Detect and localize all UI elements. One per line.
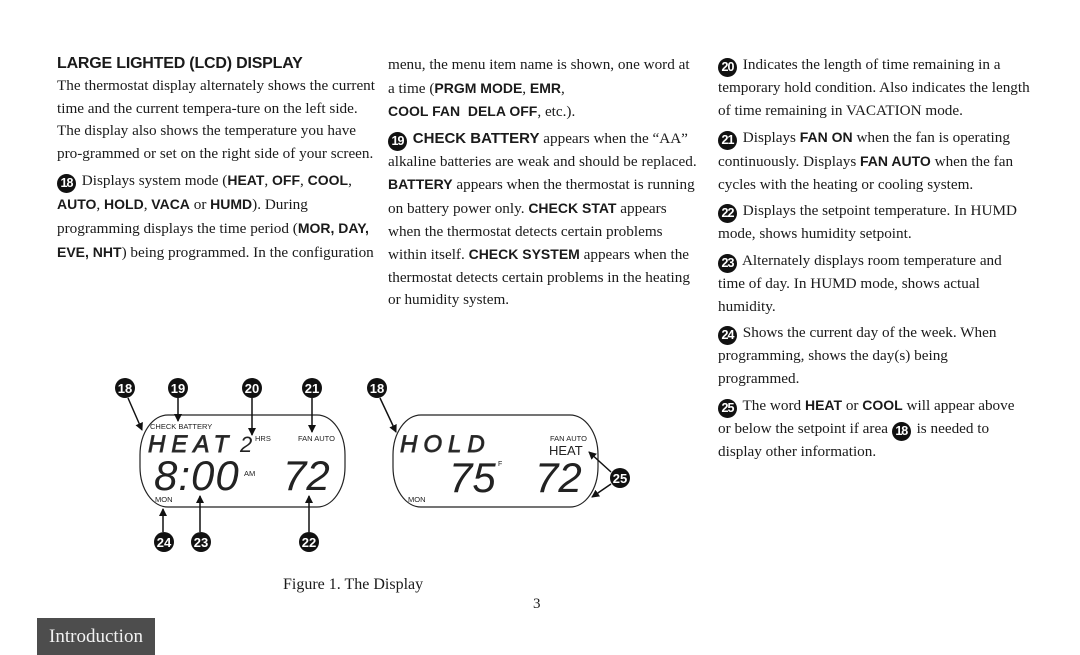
lcd-left-fan: FAN AUTO [298,434,335,443]
callout-18-ref-icon: 18 [891,422,911,442]
column-1: LARGE LIGHTED (LCD) DISPLAY The thermost… [57,54,377,268]
lcd-right-day: MON [408,495,426,504]
callout-left-21: 21 [302,378,322,398]
callout-left-20: 20 [242,378,262,398]
lcd-left-setpoint: 72 [283,452,330,499]
callout-25-icon: 25 [718,399,737,419]
item-22-paragraph: 22 Displays the setpoint temperature. In… [718,202,1017,243]
svg-text:21: 21 [305,381,319,396]
lcd-right-setpoint: 72 [535,454,582,501]
intro-paragraph: The thermostat display alternately shows… [57,77,375,162]
lcd-left-day: MON [155,495,173,504]
lcd-left-check-battery: CHECK BATTERY [150,422,212,431]
callout-20-icon: 20 [718,58,737,77]
lcd-left-time: 8:00 [154,452,240,499]
item-18-paragraph: 18 Displays system mode (HEAT, OFF, COOL… [57,172,374,261]
svg-text:18: 18 [118,381,132,396]
callout-left-24: 24 [154,532,174,552]
callout-22-icon: 22 [718,204,737,224]
lcd-right-unit: F [498,461,502,468]
section-tab: Introduction [37,618,155,655]
continued-paragraph: menu, the menu item name is shown, one w… [388,56,690,121]
callout-right-18: 18 [367,378,387,398]
svg-text:22: 22 [302,535,316,550]
svg-text:18: 18 [370,381,384,396]
lcd-right-frame [392,414,599,508]
callout-left-23: 23 [191,532,211,552]
item-19-paragraph: 19 CHECK BATTERY appears when the “AA” a… [388,129,697,309]
lcd-right-room-temp: 75 [449,454,496,501]
lcd-left-ampm: AM [244,469,255,478]
item-25-paragraph: 25 The word HEAT or COOL will appear abo… [718,397,1015,461]
item-23-paragraph: 23 Alternately displays room temperature… [718,251,1002,315]
column-3: 20 Indicates the length of time remainin… [718,54,1030,468]
column-2: menu, the menu item name is shown, one w… [388,54,698,316]
arrow-18 [127,397,143,431]
svg-text:23: 23 [194,535,208,550]
callout-19-icon: 19 [388,131,407,151]
callout-24-icon: 24 [718,326,737,346]
arrow-right-18 [379,397,397,433]
item-20-paragraph: 20 Indicates the length of time remainin… [718,56,1030,119]
svg-text:20: 20 [245,381,259,396]
lcd-left-mode: HEAT [148,431,234,458]
callout-right-25: 25 [610,468,630,488]
svg-text:19: 19 [171,381,185,396]
arrow-25-up [588,451,612,473]
lcd-right-fan: FAN AUTO [550,434,587,443]
lcd-left-hrs: HRS [255,434,271,443]
lcd-right-heat: HEAT [549,443,583,458]
arrow-25-down [591,483,612,498]
callout-left-22: 22 [299,532,319,552]
callout-left-19: 19 [168,378,188,398]
page-number: 3 [533,596,541,612]
figure-caption: Figure 1. The Display [283,576,424,593]
lcd-left-frame [139,414,346,508]
svg-text:24: 24 [157,535,172,550]
item-21-paragraph: 21 Displays FAN ON when the fan is opera… [718,129,1014,193]
svg-text:25: 25 [613,471,627,486]
lcd-right-mode: HOLD [400,431,491,458]
item-24-paragraph: 24 Shows the current day of the week. Wh… [718,324,997,387]
callout-left-18: 18 [115,378,135,398]
lcd-left-hold-hours: 2 [239,432,252,457]
callout-23-icon: 23 [718,253,737,273]
section-heading: LARGE LIGHTED (LCD) DISPLAY [57,55,303,72]
callout-21-icon: 21 [718,131,737,151]
callout-18-icon: 18 [57,174,76,194]
